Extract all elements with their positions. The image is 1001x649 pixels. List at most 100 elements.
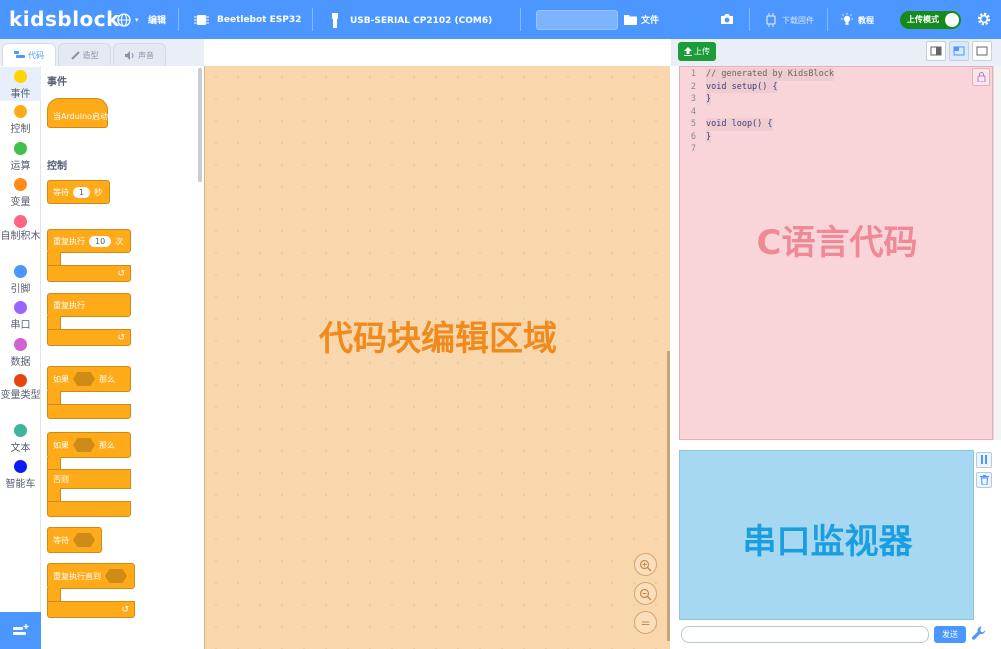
when-arduino-starts-block[interactable]: 当Arduino启动 [47, 98, 108, 128]
line-number: 7 [690, 144, 696, 154]
if-then-else-block[interactable]: 如果 那么 [47, 432, 131, 458]
category-pins[interactable]: 引脚 [0, 265, 41, 295]
workspace-label: 代码块编辑区域 [319, 319, 557, 359]
repeat-value-input[interactable]: 10 [89, 235, 112, 247]
category-variables[interactable]: 变量 [0, 178, 41, 208]
else-section: 否则 [47, 469, 131, 489]
upload-mode-label: 上传模式 [907, 15, 939, 24]
category-control[interactable]: 控制 [0, 105, 41, 135]
full-view-button[interactable] [972, 41, 992, 61]
category-variable-types[interactable]: 变量类型 [0, 374, 41, 402]
split-view-button[interactable] [949, 41, 969, 61]
device-selector[interactable]: Beetlebot ESP32 [194, 13, 301, 27]
if-then-block[interactable]: 如果 那么 [47, 366, 131, 392]
add-extension-button[interactable] [0, 612, 41, 649]
language-menu[interactable]: ▾ [117, 13, 139, 27]
category-text[interactable]: 文本 [0, 424, 41, 454]
layout-small-icon [927, 45, 945, 64]
upload-button[interactable]: 上传 [678, 42, 716, 61]
category-operators[interactable]: 运算 [0, 142, 41, 172]
category-events[interactable]: 事件 [0, 67, 41, 101]
tutorial-button[interactable]: 教程 [840, 13, 874, 27]
category-dot [14, 374, 27, 387]
screenshot-button[interactable] [720, 13, 734, 25]
category-dot [14, 338, 27, 351]
forever-block[interactable]: 重复执行 [47, 293, 131, 317]
condition-slot[interactable] [105, 569, 127, 583]
download-firmware-label: 下载固件 [782, 15, 814, 25]
zoom-out-icon [639, 587, 652, 601]
tab-code[interactable]: 代码 [2, 43, 56, 66]
brush-icon [70, 50, 80, 60]
condition-slot[interactable] [73, 438, 95, 452]
zoom-in-button[interactable] [634, 553, 657, 576]
serial-send-input[interactable] [681, 626, 929, 643]
repeat-until-block[interactable]: 重复执行直到 [47, 563, 135, 589]
block-label: 等待 [53, 187, 69, 197]
folder-icon [624, 14, 637, 25]
upload-label: 上传 [694, 47, 710, 56]
block-label: 否则 [53, 474, 69, 484]
condition-slot[interactable] [73, 372, 95, 386]
wait-until-block[interactable]: 等待 [47, 527, 102, 553]
speaker-icon [125, 50, 135, 60]
repeat-block[interactable]: 重复执行 10 次 [47, 229, 131, 253]
zoom-out-button[interactable] [634, 582, 657, 605]
tab-costumes-label: 造型 [82, 50, 99, 60]
code-line: 7 [688, 143, 834, 156]
category-dot [14, 265, 27, 278]
pause-button[interactable] [976, 452, 992, 468]
usb-icon [330, 13, 340, 28]
line-number: 2 [690, 81, 696, 92]
tab-costumes[interactable]: 造型 [58, 43, 111, 66]
port-selector[interactable]: USB-SERIAL CP2102 (COM6) [330, 13, 492, 28]
wrench-icon [971, 626, 987, 641]
code-workspace[interactable]: 代码块编辑区域 = [204, 66, 670, 649]
category-my-blocks[interactable]: 自制积木 [0, 215, 41, 243]
file-menu[interactable]: 文件 [624, 13, 659, 26]
lock-code-button[interactable] [972, 68, 990, 86]
divider [312, 8, 313, 31]
zoom-in-icon [639, 558, 652, 572]
upload-mode-toggle[interactable]: 上传模式 [900, 11, 961, 29]
block-label: 重复执行 [53, 236, 85, 246]
small-stage-button[interactable] [926, 41, 946, 61]
palette-scrollbar[interactable] [198, 68, 202, 182]
code-text: void setup() { [706, 80, 778, 93]
clear-button[interactable] [976, 472, 992, 488]
settings-button[interactable] [976, 11, 992, 27]
loop-arrow-icon: ↺ [117, 269, 125, 279]
trash-icon [979, 474, 989, 486]
category-label: 控制 [10, 124, 31, 135]
project-title-input[interactable] [536, 10, 618, 30]
edit-menu[interactable]: 编辑 [148, 13, 166, 26]
tab-sounds[interactable]: 声音 [113, 43, 166, 66]
block-label: 如果 [53, 440, 69, 450]
category-smart-car[interactable]: 智能车 [0, 460, 41, 490]
upload-icon [684, 47, 692, 56]
category-serial[interactable]: 串口 [0, 301, 41, 331]
block-label: 重复执行直到 [53, 571, 101, 581]
tab-sounds-label: 声音 [138, 50, 154, 60]
category-dot [14, 70, 27, 83]
category-data[interactable]: 数据 [0, 338, 41, 368]
editor-tabs: 代码 造型 声音 [0, 39, 204, 66]
lightbulb-icon [840, 13, 854, 27]
code-scrollbar[interactable] [993, 66, 1001, 440]
category-label: 文本 [10, 443, 31, 454]
zoom-reset-button[interactable]: = [634, 611, 657, 634]
code-text: void loop() { [706, 118, 773, 131]
code-line: 3} [688, 93, 834, 106]
send-button[interactable]: 发送 [934, 626, 966, 643]
code-editor[interactable]: 1 // generated by KidsBlock 2 void setup()… [679, 66, 993, 440]
category-dot [14, 215, 27, 228]
serial-settings-button[interactable] [971, 625, 989, 643]
camera-icon [720, 13, 734, 25]
workspace-scrollbar[interactable] [667, 351, 670, 641]
wait-value-input[interactable]: 1 [73, 186, 91, 198]
block-arm [47, 488, 61, 502]
block-arm [47, 391, 61, 405]
download-firmware-button[interactable]: 下载固件 [764, 13, 814, 27]
condition-slot[interactable] [73, 533, 95, 547]
wait-seconds-block[interactable]: 等待 1 秒 [47, 180, 110, 204]
